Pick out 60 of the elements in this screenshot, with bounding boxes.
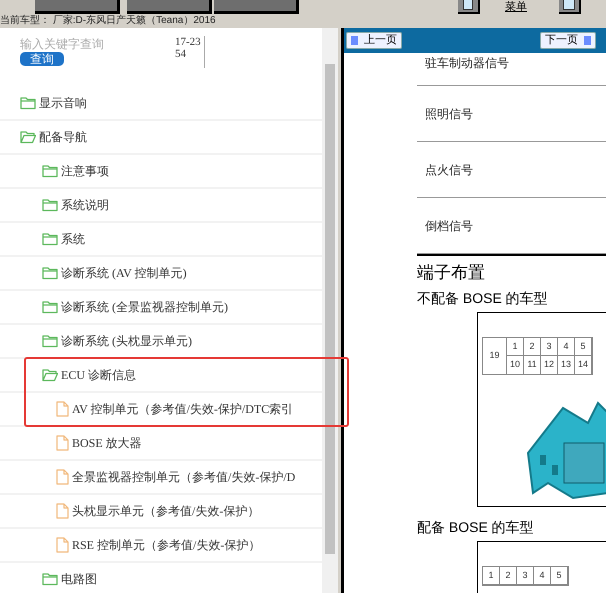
signal-name: 照明信号 <box>425 106 473 122</box>
open-folder-icon <box>20 130 36 144</box>
previous-page-button[interactable]: 上一页 <box>346 32 402 49</box>
section-heading: 端子布置 <box>417 262 486 284</box>
pin-label: 19 <box>483 338 507 374</box>
tree-item[interactable]: 诊断系统 (AV 控制单元) <box>0 257 322 291</box>
signal-name: 驻车制动器信号 <box>425 55 509 72</box>
pin-label: 13 <box>558 356 575 374</box>
search-button[interactable]: 查询 <box>20 52 64 66</box>
folder-icon <box>42 300 58 314</box>
current-model-text: 当前车型： 厂家:D-东风日产天籁（Teana）2016 <box>0 16 216 26</box>
folder-icon <box>42 164 58 178</box>
pin-label: 1 <box>483 567 500 585</box>
search-field[interactable]: 输入关键字查询 <box>20 36 170 52</box>
connector-caption: 不配备 BOSE 的车型 <box>417 289 549 308</box>
signal-name: 点火信号 <box>425 162 473 178</box>
pin-label: 10 <box>507 356 524 374</box>
pin-label: 4 <box>558 338 575 356</box>
pin-label: 5 <box>551 567 568 585</box>
document-icon <box>56 469 69 485</box>
folder-icon <box>42 266 58 280</box>
pin-label: 3 <box>517 567 534 585</box>
document-code: 17-2354 <box>175 36 205 68</box>
pin-label: 2 <box>524 338 541 356</box>
folder-icon <box>42 198 58 212</box>
pin-label: 5 <box>575 338 592 356</box>
pin-label: 1 <box>507 338 524 356</box>
pin-label: 12 <box>541 356 558 374</box>
pin-label: 14 <box>575 356 592 374</box>
document-icon <box>56 435 69 451</box>
tree-item[interactable]: 系统说明 <box>0 189 322 223</box>
document-icon <box>56 401 69 417</box>
folder-icon <box>42 334 58 348</box>
tree-item[interactable]: 诊断系统 (全景监视器控制单元) <box>0 291 322 325</box>
document-icon <box>56 503 69 519</box>
folder-icon <box>42 232 58 246</box>
tree-item[interactable]: 配备导航 <box>0 121 322 155</box>
folder-icon <box>42 572 58 586</box>
pin-label: 11 <box>524 356 541 374</box>
pin-label: 4 <box>534 567 551 585</box>
folder-icon <box>20 96 36 110</box>
connector-caption: 配备 BOSE 的车型 <box>417 518 535 537</box>
open-folder-icon <box>42 368 58 382</box>
tree-item[interactable]: 显示音响 <box>0 87 322 121</box>
next-page-button[interactable]: 下一页 <box>540 32 596 49</box>
tree-item[interactable]: ECU 诊断信息 <box>0 359 322 393</box>
tree-item[interactable]: RSE 控制单元（参考值/失效-保护） <box>0 529 322 563</box>
expand-icon[interactable] <box>559 0 581 14</box>
tree-item[interactable]: 注意事项 <box>0 155 322 189</box>
signal-name: 倒档信号 <box>425 218 473 234</box>
pin-label: 3 <box>541 338 558 356</box>
document-icon <box>56 537 69 553</box>
tree-item[interactable]: 全景监视器控制单元（参考值/失效-保护/D <box>0 461 322 495</box>
tree-item[interactable]: 系统 <box>0 223 322 257</box>
tree-item[interactable]: BOSE 放大器 <box>0 427 322 461</box>
pin-label: 2 <box>500 567 517 585</box>
tree-item[interactable]: 头枕显示单元（参考值/失效-保护） <box>0 495 322 529</box>
collapse-menu-icon[interactable] <box>458 0 480 14</box>
scrollbar[interactable] <box>322 28 338 593</box>
fullscreen-menu-link[interactable]: 菜单 <box>505 1 531 13</box>
